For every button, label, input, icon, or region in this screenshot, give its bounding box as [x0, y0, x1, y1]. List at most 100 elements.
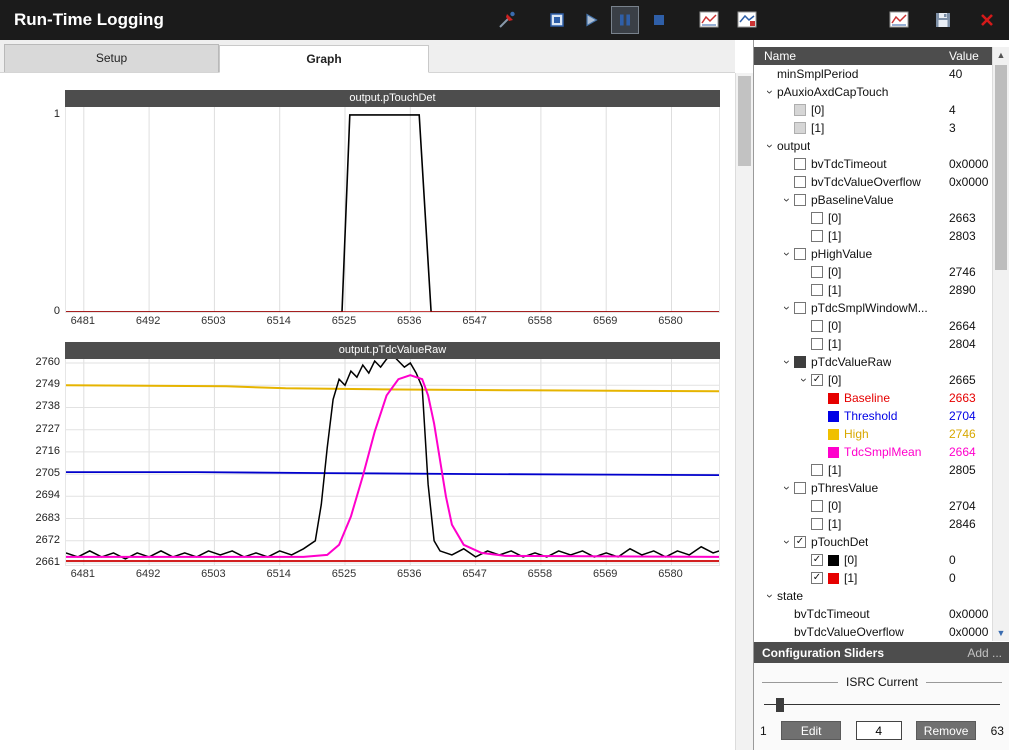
expander-chevron-icon[interactable]: ›	[779, 482, 794, 494]
tree-row[interactable]: [1]3	[754, 119, 992, 137]
tree-row[interactable]: ›state	[754, 587, 992, 605]
expander-chevron-icon[interactable]: ›	[779, 356, 794, 368]
slider-thumb[interactable]	[776, 698, 784, 712]
stop-icon[interactable]	[645, 6, 673, 34]
tree-row[interactable]: [0]2746	[754, 263, 992, 281]
run-log-icon[interactable]	[493, 6, 521, 34]
row-checkbox[interactable]	[811, 212, 823, 224]
tree-row[interactable]: ✓ [0] 0	[754, 551, 992, 569]
tree-row[interactable]: [1]2805	[754, 461, 992, 479]
tree-row[interactable]: Threshold2704	[754, 407, 992, 425]
new-log-icon[interactable]	[543, 6, 571, 34]
tree-row[interactable]: [0]2664	[754, 317, 992, 335]
row-value: 2846	[949, 517, 976, 531]
scrollbar-thumb[interactable]	[738, 76, 751, 166]
tree-row[interactable]: ›pBaselineValue	[754, 191, 992, 209]
tree-row[interactable]: minSmplPeriod40	[754, 65, 992, 83]
graph-settings-icon[interactable]	[733, 6, 761, 34]
row-checkbox[interactable]	[794, 122, 806, 134]
tree-scrollbar[interactable]: ▲ ▼	[992, 47, 1009, 641]
row-checkbox[interactable]	[794, 482, 806, 494]
row-checkbox[interactable]	[811, 230, 823, 242]
row-checkbox[interactable]: ✓	[811, 572, 823, 584]
expander-chevron-icon[interactable]: ›	[762, 86, 777, 98]
tree-row[interactable]: bvTdcValueOverflow0x0000	[754, 173, 992, 191]
tab-setup[interactable]: Setup	[4, 44, 219, 72]
scrollbar-thumb[interactable]	[995, 65, 1007, 270]
charts-scrollbar[interactable]	[735, 73, 753, 750]
tree-row[interactable]: [1]2890	[754, 281, 992, 299]
expander-chevron-icon[interactable]: ›	[779, 302, 794, 314]
row-checkbox[interactable]	[794, 158, 806, 170]
add-slider-button[interactable]: Add ...	[967, 646, 1002, 660]
tree-row[interactable]: ›✓pTouchDet	[754, 533, 992, 551]
row-checkbox[interactable]	[811, 464, 823, 476]
tree-row[interactable]: ›pTdcSmplWindowM...	[754, 299, 992, 317]
row-checkbox[interactable]: ✓	[794, 536, 806, 548]
play-icon[interactable]	[577, 6, 605, 34]
row-checkbox[interactable]	[811, 338, 823, 350]
row-value: 0	[949, 553, 956, 567]
remove-button[interactable]: Remove	[916, 721, 976, 740]
row-checkbox[interactable]	[811, 320, 823, 332]
row-label: bvTdcTimeout	[794, 607, 870, 621]
chart-title: output.pTdcValueRaw	[65, 342, 720, 359]
tree-row[interactable]: [1]2804	[754, 335, 992, 353]
tree-row[interactable]: ✓[1]0	[754, 569, 992, 587]
tree-row[interactable]: ›pAuxioAxdCapTouch	[754, 83, 992, 101]
tree-row[interactable]: ›pTdcValueRaw	[754, 353, 992, 371]
row-checkbox[interactable]	[794, 356, 806, 368]
x-tick-label: 6558	[518, 568, 562, 580]
tree-row[interactable]: ›✓[0]2665	[754, 371, 992, 389]
row-label: [0]	[828, 265, 841, 279]
expander-chevron-icon[interactable]: ›	[779, 248, 794, 260]
row-checkbox[interactable]	[811, 284, 823, 296]
tree-row[interactable]: [1]2803	[754, 227, 992, 245]
expander-chevron-icon[interactable]: ›	[762, 590, 777, 602]
row-checkbox[interactable]	[794, 176, 806, 188]
pause-icon[interactable]	[611, 6, 639, 34]
edit-button[interactable]: Edit	[781, 721, 841, 740]
slider-value-input[interactable]	[856, 721, 902, 740]
tree-row[interactable]: bvTdcTimeout0x0000	[754, 155, 992, 173]
expander-chevron-icon[interactable]: ›	[779, 194, 794, 206]
tree-row[interactable]: ›output	[754, 137, 992, 155]
close-icon[interactable]	[973, 6, 1001, 34]
row-checkbox[interactable]	[794, 302, 806, 314]
name-column-header: Name	[764, 47, 796, 65]
scroll-up-icon[interactable]: ▲	[993, 47, 1009, 63]
tree-row[interactable]: [0]2663	[754, 209, 992, 227]
expander-chevron-icon[interactable]: ›	[779, 536, 794, 548]
tree-row[interactable]: TdcSmplMean2664	[754, 443, 992, 461]
row-value: 0x0000	[949, 175, 988, 189]
tree-row[interactable]: High2746	[754, 425, 992, 443]
tree-row[interactable]: bvTdcValueOverflow0x0000	[754, 623, 992, 641]
isrc-current-slider[interactable]	[764, 698, 1000, 712]
expander-chevron-icon[interactable]: ›	[796, 374, 811, 386]
row-checkbox[interactable]: ✓	[811, 554, 823, 566]
expander-chevron-icon[interactable]: ›	[762, 140, 777, 152]
tree-row[interactable]: [0]4	[754, 101, 992, 119]
row-checkbox[interactable]	[794, 194, 806, 206]
tree-row[interactable]: ›pHighValue	[754, 245, 992, 263]
slider-track[interactable]	[764, 704, 1000, 705]
row-checkbox[interactable]	[794, 104, 806, 116]
row-label: [0]	[844, 553, 857, 567]
tree-row[interactable]: Baseline2663	[754, 389, 992, 407]
tree-row[interactable]: [1]2846	[754, 515, 992, 533]
tab-graph[interactable]: Graph	[219, 45, 429, 73]
row-label: High	[844, 427, 869, 441]
row-checkbox[interactable]	[811, 518, 823, 530]
graph-export-icon[interactable]	[695, 6, 723, 34]
y-tick-label: 2672	[14, 534, 60, 546]
tree-row[interactable]: bvTdcTimeout0x0000	[754, 605, 992, 623]
tree-row[interactable]: [0]2704	[754, 497, 992, 515]
row-checkbox[interactable]	[794, 248, 806, 260]
row-checkbox[interactable]	[811, 266, 823, 278]
tree-row[interactable]: ›pThresValue	[754, 479, 992, 497]
row-checkbox[interactable]: ✓	[811, 374, 823, 386]
scroll-down-icon[interactable]: ▼	[993, 625, 1009, 641]
graph-icon[interactable]	[885, 6, 913, 34]
row-checkbox[interactable]	[811, 500, 823, 512]
save-icon[interactable]	[929, 6, 957, 34]
